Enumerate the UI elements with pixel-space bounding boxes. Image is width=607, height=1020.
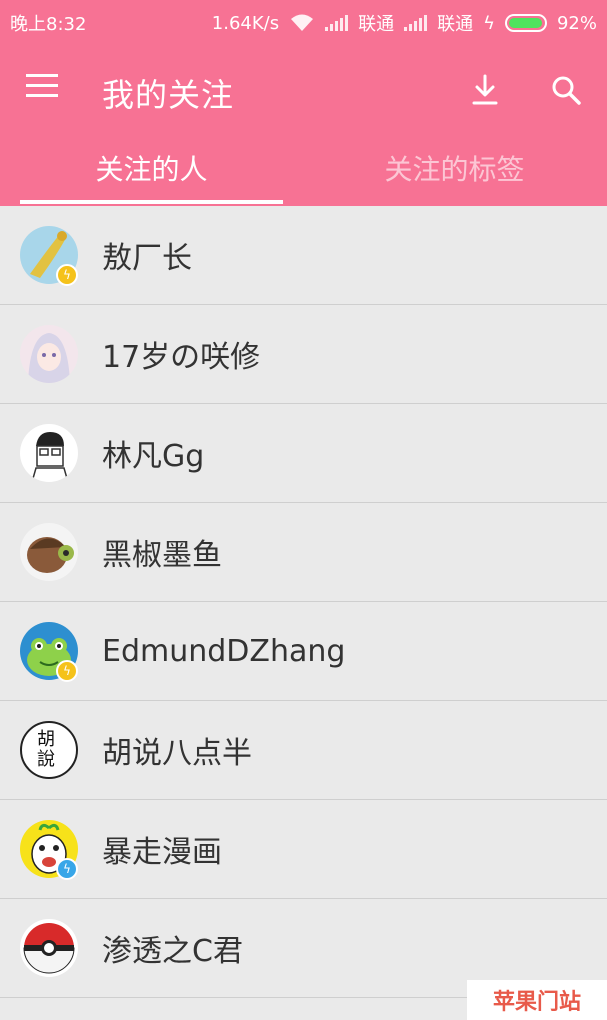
user-name: 黑椒墨鱼 (102, 538, 222, 573)
status-bar: 晚上8:32 1.64K/s 联通 联通 ϟ 92% (0, 0, 607, 44)
list-item[interactable]: 17岁の咲修 (0, 305, 607, 404)
list-item[interactable]: ϟ 敖厂长 (0, 206, 607, 305)
search-icon[interactable] (546, 70, 586, 110)
battery-icon (504, 14, 547, 32)
status-time: 晚上8:32 (10, 14, 87, 35)
charging-icon: ϟ (483, 12, 495, 34)
avatar (20, 424, 78, 482)
user-name: 17岁の咲修 (102, 340, 261, 375)
list-item[interactable]: 胡說 胡说八点半 (0, 701, 607, 800)
wifi-icon (291, 14, 314, 31)
list-item[interactable]: 黑椒墨鱼 (0, 503, 607, 602)
signal-icon (325, 15, 349, 31)
list-item[interactable]: ϟ 暴走漫画 (0, 800, 607, 899)
tab-indicator (20, 200, 283, 204)
network-speed: 1.64K/s (211, 12, 280, 34)
hamburger-menu-icon[interactable] (26, 74, 66, 106)
following-list: ϟ 敖厂长 17岁の咲修 林凡Gg 黑椒墨鱼 ϟ EdmundDZhang 胡說… (0, 206, 607, 998)
tab-following-people[interactable]: 关注的人 (0, 140, 303, 206)
watermark-text: 苹果门站 (492, 990, 581, 1015)
user-name: 渗透之C君 (102, 934, 243, 969)
avatar-text: 胡說 (37, 729, 55, 770)
user-name: 林凡Gg (102, 439, 205, 474)
user-name: 敖厂长 (102, 241, 192, 276)
user-name: 暴走漫画 (102, 835, 222, 870)
user-name: 胡说八点半 (102, 736, 252, 771)
signal-icon-2 (404, 15, 428, 31)
carrier-1: 联通 (358, 14, 395, 35)
carrier-2: 联通 (437, 14, 474, 35)
download-icon[interactable] (465, 70, 505, 110)
verified-badge-icon: ϟ (56, 264, 78, 286)
watermark-logo: 苹果门站 (467, 980, 607, 1020)
user-name: EdmundDZhang (102, 633, 346, 669)
avatar (20, 325, 78, 383)
avatar: 胡說 (20, 721, 78, 779)
page-title: 我的关注 (102, 76, 235, 114)
app-header: 晚上8:32 1.64K/s 联通 联通 ϟ 92% 我的关注 关注的人 关注的… (0, 0, 607, 206)
toolbar: 我的关注 (0, 58, 607, 122)
tab-bar: 关注的人 关注的标签 (0, 140, 607, 206)
verified-badge-icon: ϟ (56, 660, 78, 682)
status-right: 1.64K/s 联通 联通 ϟ 92% (212, 10, 597, 36)
battery-percent: 92% (556, 12, 597, 34)
tab-following-tags[interactable]: 关注的标签 (303, 140, 606, 206)
verified-badge-icon: ϟ (56, 858, 78, 880)
avatar (20, 919, 78, 977)
list-item[interactable]: ϟ EdmundDZhang (0, 602, 607, 701)
avatar (20, 523, 78, 581)
list-item[interactable]: 林凡Gg (0, 404, 607, 503)
